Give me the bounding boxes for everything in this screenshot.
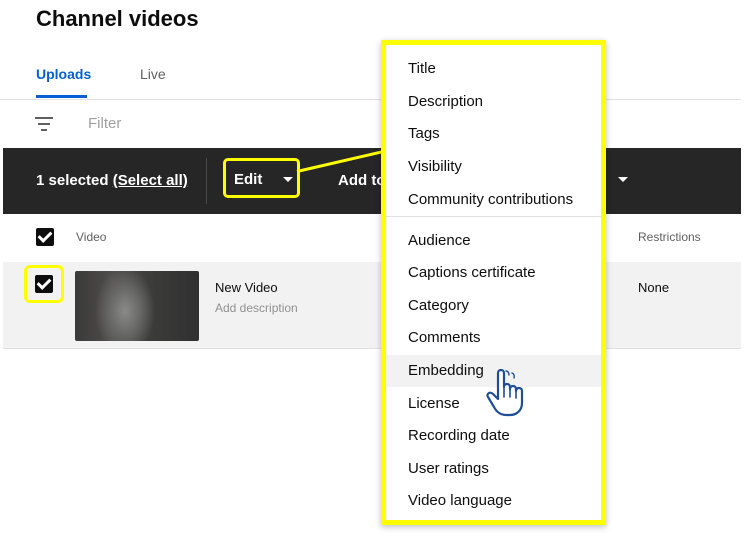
checkmark-icon: [36, 275, 52, 290]
video-description[interactable]: Add description: [215, 301, 298, 315]
selection-count: 1 selected (Select all): [36, 172, 188, 189]
menu-item-comments[interactable]: Comments: [386, 322, 601, 354]
select-all-checkbox[interactable]: [36, 228, 54, 246]
menu-item-description[interactable]: Description: [386, 86, 601, 118]
more-actions-chevron-down-icon[interactable]: [618, 177, 628, 182]
table-header: Video Restrictions: [3, 214, 741, 262]
select-all-link[interactable]: (Select all): [113, 172, 188, 189]
column-header-restrictions[interactable]: Restrictions: [638, 230, 701, 244]
menu-item-captions-certificate[interactable]: Captions certificate: [386, 257, 601, 289]
toolbar-divider: [206, 158, 207, 204]
video-title[interactable]: New Video: [215, 280, 278, 295]
active-tab-indicator: [36, 95, 87, 98]
row-checkbox[interactable]: [35, 275, 53, 293]
menu-item-tags[interactable]: Tags: [386, 118, 601, 150]
menu-item-embedding[interactable]: Embedding: [386, 355, 601, 387]
page-title: Channel videos: [36, 6, 199, 31]
filter-input[interactable]: [88, 115, 348, 132]
edit-dropdown-button[interactable]: Edit: [223, 158, 300, 198]
bulk-action-bar: 1 selected (Select all) Edit Add to: [3, 148, 741, 214]
filter-bar: [0, 100, 741, 148]
menu-item-community-contributions[interactable]: Community contributions: [386, 184, 601, 216]
table-row[interactable]: New Video Add description None: [3, 262, 741, 349]
menu-item-category[interactable]: Category: [386, 290, 601, 322]
edit-button-label: Edit: [234, 171, 263, 188]
tab-bar: Uploads Live: [0, 60, 741, 100]
tab-uploads[interactable]: Uploads: [36, 66, 91, 82]
edit-dropdown-menu: Title Description Tags Visibility Commun…: [381, 40, 606, 525]
chevron-down-icon: [283, 177, 293, 182]
checkmark-icon: [37, 228, 53, 243]
menu-divider: [386, 216, 601, 217]
column-header-video[interactable]: Video: [76, 230, 106, 244]
menu-item-recording-date[interactable]: Recording date: [386, 420, 601, 452]
menu-item-video-language[interactable]: Video language: [386, 485, 601, 517]
menu-item-title[interactable]: Title: [386, 53, 601, 85]
menu-item-user-ratings[interactable]: User ratings: [386, 453, 601, 485]
video-restrictions: None: [638, 280, 670, 295]
video-thumbnail[interactable]: [75, 271, 199, 341]
menu-item-visibility[interactable]: Visibility: [386, 151, 601, 183]
menu-item-audience[interactable]: Audience: [386, 225, 601, 257]
menu-item-license[interactable]: License: [386, 388, 601, 420]
filter-icon[interactable]: [35, 117, 53, 131]
row-checkbox-highlight: [24, 265, 64, 303]
add-to-playlist-button[interactable]: Add to: [338, 172, 385, 189]
selected-count-text: 1 selected: [36, 172, 109, 189]
tab-live[interactable]: Live: [140, 66, 166, 82]
